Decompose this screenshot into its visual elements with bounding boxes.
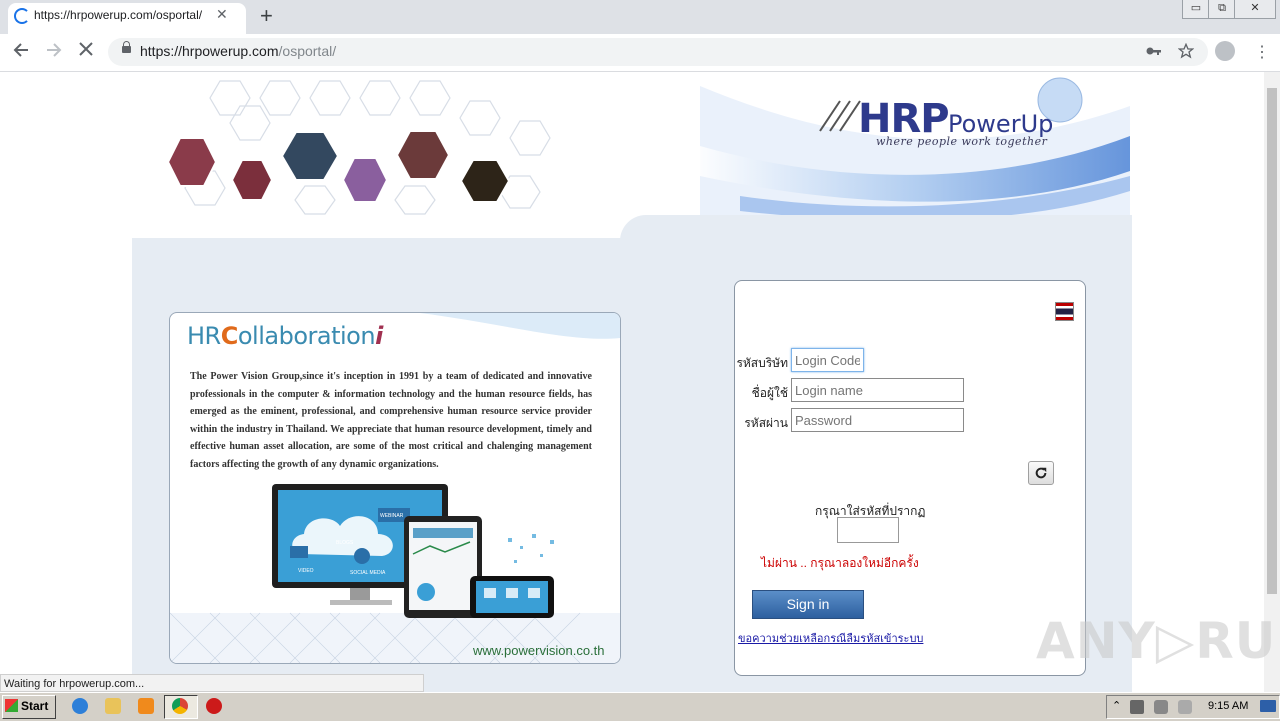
refresh-captcha-button[interactable]: [1028, 461, 1054, 485]
new-tab-button[interactable]: +: [260, 3, 273, 29]
anyrun-watermark: ANY▷RUN: [1036, 612, 1280, 670]
logo-tagline: where people work together: [876, 135, 1048, 148]
label-webinar: WEBINAR: [380, 513, 404, 519]
tab-title: https://hrpowerup.com/osportal/: [34, 8, 203, 22]
windows-logo-icon: [5, 699, 18, 712]
tray-arrow-icon[interactable]: ⌃: [1112, 699, 1121, 712]
scrollbar-thumb[interactable]: [1267, 88, 1277, 594]
hex-photo-1: [166, 137, 218, 187]
back-arrow-icon: [13, 43, 28, 57]
key-icon[interactable]: [1146, 44, 1162, 63]
ie-icon[interactable]: [72, 698, 88, 714]
password-input[interactable]: [791, 408, 964, 432]
company-code-input[interactable]: [791, 348, 864, 372]
powerup-logo: PowerUp: [948, 110, 1054, 138]
folder-icon[interactable]: [105, 698, 121, 714]
url-text[interactable]: https://hrpowerup.com/osportal/: [140, 43, 336, 59]
taskbar-clock: 9:15 AM: [1208, 700, 1249, 712]
volume-icon[interactable]: [1130, 700, 1144, 714]
hex-photo-3: [280, 131, 340, 181]
back-button[interactable]: [12, 41, 30, 64]
flag-notification-icon[interactable]: [1178, 700, 1192, 714]
username-input[interactable]: [791, 378, 964, 402]
devices-illustration: VIDEO BLOGS SOCIAL MEDIA WEBINAR: [272, 484, 554, 618]
close-window-button[interactable]: ✕: [1234, 0, 1276, 19]
password-label: รหัสผ่าน: [744, 416, 788, 430]
forward-arrow-icon: [47, 43, 62, 57]
powervision-url[interactable]: www.powervision.co.th: [473, 643, 605, 658]
content-background-tab: [620, 215, 1132, 241]
show-desktop-icon[interactable]: [1260, 700, 1276, 712]
opera-icon[interactable]: [206, 698, 222, 714]
forward-button[interactable]: [45, 41, 63, 64]
network-icon[interactable]: [1154, 700, 1168, 714]
minimize-button[interactable]: ▭: [1182, 0, 1210, 19]
forgot-password-link[interactable]: ขอความช่วยเหลือกรณีลืมรหัสเข้าระบบ: [738, 629, 923, 647]
refresh-icon: [1035, 467, 1047, 479]
thai-flag-language-icon[interactable]: [1055, 302, 1074, 321]
label-social-media: SOCIAL MEDIA: [350, 570, 386, 576]
label-blogs: BLOGS: [336, 540, 354, 546]
username-label: ชื่อผู้ใช้: [751, 386, 788, 400]
sign-in-button[interactable]: Sign in: [752, 590, 864, 619]
profile-avatar-icon[interactable]: [1215, 41, 1235, 61]
restore-button[interactable]: ⧉: [1208, 0, 1236, 19]
chrome-icon: [172, 698, 188, 714]
stop-x-icon: [79, 42, 93, 56]
hex-photo-5: [395, 130, 451, 180]
card-title: HRCollaborationi: [187, 322, 383, 350]
loading-spinner-icon: [14, 8, 30, 24]
hex-photo-2: [230, 159, 274, 201]
media-player-icon[interactable]: [138, 698, 154, 714]
stop-button[interactable]: [78, 41, 94, 62]
tab-close-icon[interactable]: ✕: [216, 6, 228, 23]
hexagon-photo-montage: [166, 80, 551, 215]
company-description: The Power Vision Group,since it's incept…: [190, 371, 592, 470]
login-error-message: ไม่ผ่าน .. กรุณาลองใหม่อีกครั้ง: [761, 556, 919, 570]
bookmark-star-icon[interactable]: [1177, 42, 1195, 64]
company-code-label: รหัสบริษัท: [736, 356, 788, 370]
captcha-input[interactable]: [837, 517, 899, 543]
hex-photo-4: [341, 157, 389, 203]
menu-dots-icon[interactable]: ⋮: [1254, 42, 1270, 62]
lock-icon: [122, 41, 131, 53]
browser-status-bar: Waiting for hrpowerup.com...: [0, 674, 424, 692]
label-video: VIDEO: [298, 568, 314, 574]
